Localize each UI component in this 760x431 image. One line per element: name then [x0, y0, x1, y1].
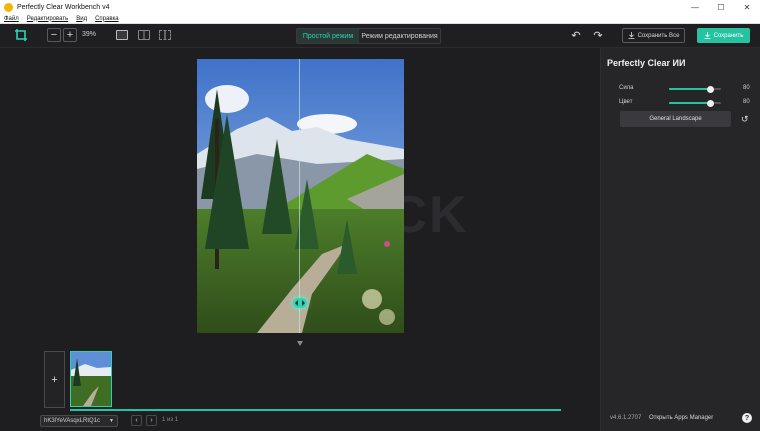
right-panel: Perfectly Clear ИИ Сила 80 Цвет 80 Gener…: [600, 48, 760, 431]
image-thumbnail[interactable]: [70, 351, 112, 407]
menu-file[interactable]: Файл: [4, 16, 19, 22]
undo-icon[interactable]: ↶: [570, 29, 582, 42]
save-label: Сохранить: [713, 32, 744, 39]
minimize-button[interactable]: —: [682, 0, 708, 14]
progress-bar: [70, 409, 561, 411]
split-view-icon[interactable]: [159, 30, 171, 40]
add-image-button[interactable]: +: [44, 351, 65, 408]
compare-split-line[interactable]: [299, 59, 300, 333]
slider-label-color: Цвет: [619, 99, 633, 105]
next-page-button[interactable]: ›: [146, 415, 157, 426]
save-all-button[interactable]: Сохранить Все: [622, 28, 685, 43]
app-icon: [4, 2, 13, 12]
color-slider[interactable]: [669, 99, 721, 107]
save-button[interactable]: Сохранить: [697, 28, 750, 43]
download-icon: [628, 32, 635, 39]
page-indicator: 1 из 1: [162, 417, 179, 423]
download-icon: [704, 32, 711, 39]
zoom-level: 39%: [82, 31, 97, 38]
reset-icon[interactable]: ↺: [741, 114, 749, 125]
chevron-down-icon: ▼: [109, 418, 114, 424]
color-slider-thumb[interactable]: [707, 99, 715, 107]
menu-edit[interactable]: Редактировать: [27, 16, 68, 22]
color-slider-fill: [669, 102, 711, 104]
close-button[interactable]: ✕: [734, 0, 760, 14]
preset-button[interactable]: General Landscape: [620, 111, 731, 127]
apps-manager-link[interactable]: Открыть Apps Manager: [649, 415, 713, 421]
color-value: 80: [743, 99, 750, 105]
menu-bar: Файл Редактировать Вид Справка: [0, 14, 760, 24]
slider-label-strength: Сила: [619, 85, 634, 91]
photo-preview[interactable]: [197, 59, 404, 333]
window-title: Perfectly Clear Workbench v4: [17, 3, 110, 11]
version-label: v4.6.1.2707: [610, 415, 642, 421]
save-all-label: Сохранить Все: [637, 32, 680, 39]
collapse-filmstrip-icon[interactable]: [297, 341, 303, 346]
title-bar: Perfectly Clear Workbench v4 — ☐ ✕: [0, 0, 760, 14]
strength-slider-fill: [669, 88, 711, 90]
crop-icon[interactable]: [14, 28, 28, 42]
split-drag-handle[interactable]: [293, 298, 307, 308]
menu-help[interactable]: Справка: [95, 16, 119, 22]
menu-view[interactable]: Вид: [76, 16, 87, 22]
help-button[interactable]: ?: [742, 413, 752, 423]
file-select-dropdown[interactable]: hK3lYeVAsqxLRtQ1c ▼: [40, 415, 118, 427]
progress-fill: [70, 409, 561, 411]
file-name: hK3lYeVAsqxLRtQ1c: [44, 418, 101, 424]
strength-slider[interactable]: [669, 85, 721, 93]
maximize-button[interactable]: ☐: [708, 0, 734, 14]
toolbar: − + 39% Простой режим Режим редактирован…: [0, 24, 760, 48]
mode-switch: Простой режим Режим редактирования: [296, 28, 441, 44]
zoom-in-button[interactable]: +: [63, 28, 77, 42]
tab-simple-mode[interactable]: Простой режим: [297, 29, 359, 43]
strength-slider-thumb[interactable]: [707, 85, 715, 93]
side-by-side-view-icon[interactable]: [138, 30, 150, 40]
single-view-icon[interactable]: [116, 30, 128, 40]
prev-page-button[interactable]: ‹: [131, 415, 142, 426]
zoom-out-button[interactable]: −: [47, 28, 61, 42]
tab-edit-mode[interactable]: Режим редактирования: [359, 29, 440, 43]
window-controls: — ☐ ✕: [682, 0, 760, 14]
panel-title: Perfectly Clear ИИ: [607, 58, 686, 68]
strength-value: 80: [743, 85, 750, 91]
redo-icon[interactable]: ↷: [592, 29, 604, 42]
